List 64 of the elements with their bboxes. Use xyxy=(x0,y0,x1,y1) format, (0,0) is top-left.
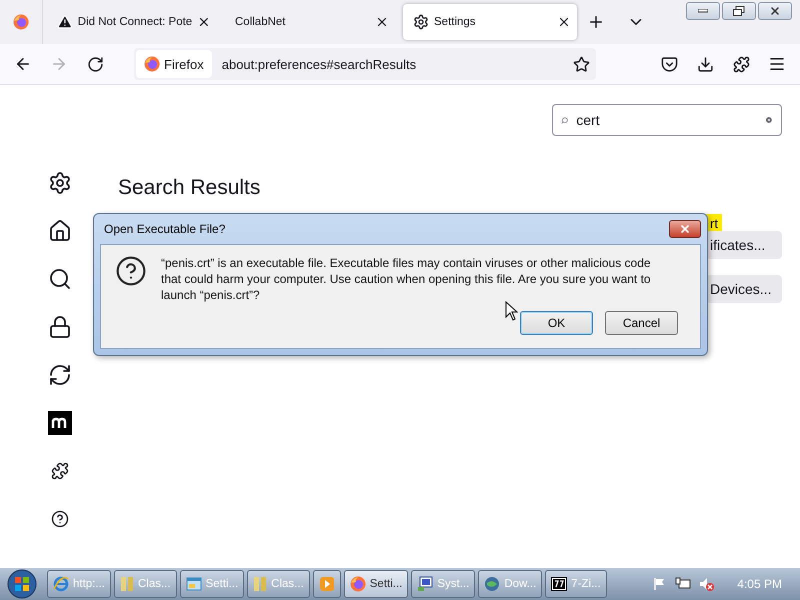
close-icon xyxy=(679,223,691,235)
mouse-cursor-icon xyxy=(505,301,519,321)
play-icon xyxy=(318,576,335,592)
home-icon xyxy=(48,219,72,243)
firefox-logo-icon xyxy=(13,14,29,30)
taskbar-button[interactable]: Setti... xyxy=(344,570,408,598)
minimize-button[interactable] xyxy=(686,2,720,20)
search-box[interactable]: cert xyxy=(552,104,782,136)
search-icon xyxy=(48,267,72,291)
back-icon[interactable] xyxy=(14,55,32,73)
close-icon[interactable] xyxy=(557,15,571,29)
close-icon xyxy=(769,5,781,17)
url-text: about:preferences#searchResults xyxy=(222,56,418,72)
extensions-icon[interactable] xyxy=(732,56,750,72)
minimize-icon xyxy=(698,9,708,13)
logo-icon xyxy=(48,411,72,435)
close-icon[interactable] xyxy=(197,15,211,29)
close-icon[interactable] xyxy=(375,15,389,29)
globe-icon xyxy=(484,576,500,592)
download-icon[interactable] xyxy=(696,56,714,72)
dialog-button[interactable]: OK xyxy=(520,311,593,335)
archive-icon xyxy=(551,577,568,591)
close-button[interactable] xyxy=(758,2,792,20)
search-input[interactable]: cert xyxy=(574,111,760,129)
dialog-title: Open Executable File? xyxy=(104,222,226,236)
dialog-message: “penis.crt” is an executable file. Executable files may contain viruses or other malicious code that could harm your computer. Use caution when opening this file. Are you sure you want to launch “penis.crt”? xyxy=(161,255,652,303)
identity-text: Firefox xyxy=(164,56,204,72)
puzzle-icon xyxy=(51,462,69,480)
help-icon xyxy=(51,510,69,528)
monitor-icon xyxy=(417,576,434,592)
warning-icon xyxy=(57,14,73,30)
pocket-icon[interactable] xyxy=(660,56,678,72)
start-orb-icon[interactable] xyxy=(7,569,37,599)
muted-speaker-icon[interactable] xyxy=(699,577,716,591)
firefox-logo-icon xyxy=(350,576,366,592)
settings-button[interactable]: Devices... xyxy=(706,275,782,303)
network-icon[interactable] xyxy=(675,577,692,591)
sync-icon xyxy=(48,363,72,387)
folder-icon xyxy=(120,576,134,592)
settings-icon xyxy=(413,14,429,30)
restore-icon xyxy=(733,6,745,16)
new-tab-icon[interactable] xyxy=(587,13,605,31)
address-bar[interactable]: Firefox about:preferences#searchResults xyxy=(134,48,596,80)
menu-icon[interactable] xyxy=(768,55,786,73)
taskbar-button[interactable] xyxy=(312,570,341,598)
firefox-logo-icon xyxy=(144,56,160,72)
bookmark-star-icon[interactable] xyxy=(572,56,590,72)
close-button[interactable] xyxy=(669,220,701,238)
window-icon xyxy=(186,576,202,592)
browser-tab[interactable]: Settings xyxy=(403,4,577,40)
reload-icon[interactable] xyxy=(86,56,104,72)
browser-tab[interactable]: CollabNet xyxy=(225,6,395,38)
dialog-button[interactable]: Cancel xyxy=(605,311,678,335)
identity-label[interactable]: Firefox xyxy=(136,50,212,78)
folder-icon xyxy=(253,576,268,592)
globe-icon xyxy=(53,576,69,592)
browser-tab[interactable]: Did Not Connect: Pote xyxy=(47,6,217,38)
settings-icon xyxy=(48,171,72,195)
question-icon xyxy=(115,255,147,287)
page-title: Search Results xyxy=(118,176,262,200)
clock-text: 4:05 PM xyxy=(737,577,782,591)
lock-icon xyxy=(48,315,72,339)
restore-button[interactable] xyxy=(722,2,756,20)
settings-button[interactable]: ificates... xyxy=(706,231,782,259)
